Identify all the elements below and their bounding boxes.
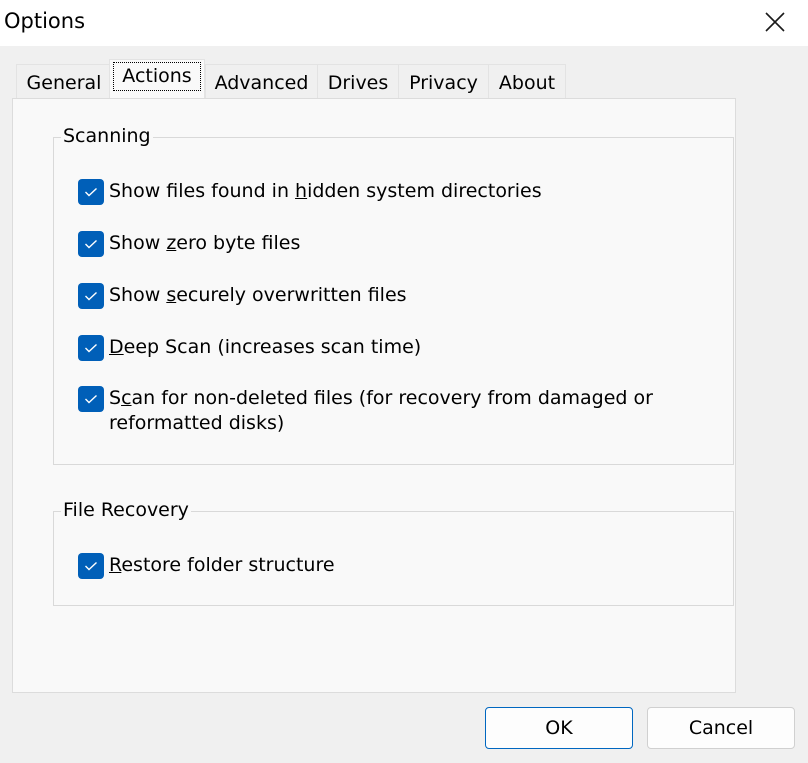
ok-button[interactable]: OK [485, 707, 633, 749]
scanning-group: Scanning Show files found in hidden syst… [53, 123, 734, 465]
tab-label: Actions [113, 62, 201, 91]
tab-drives[interactable]: Drives [317, 64, 399, 98]
checkbox-checked[interactable] [78, 231, 104, 257]
checkbox-show-securely-overwritten[interactable]: Show securely overwritten files [78, 283, 407, 309]
tab-actions[interactable]: Actions [109, 59, 205, 98]
checkbox-checked[interactable] [78, 386, 104, 412]
tab-advanced[interactable]: Advanced [205, 64, 318, 98]
tab-label: About [498, 71, 556, 94]
tab-general[interactable]: General [16, 64, 112, 98]
checkbox-checked[interactable] [78, 283, 104, 309]
group-title-scanning: Scanning [61, 123, 153, 149]
tab-label: General [26, 71, 102, 94]
checkbox-deep-scan[interactable]: Deep Scan (increases scan time) [78, 335, 421, 361]
checkmark-icon [85, 394, 97, 404]
tab-label: Privacy [409, 71, 478, 94]
file-recovery-group: File Recovery Restore folder structure [53, 497, 734, 606]
window-title: Options [4, 9, 86, 33]
checkbox-label: Restore folder structure [109, 554, 335, 576]
checkmark-icon [85, 291, 97, 301]
checkbox-restore-folder-structure[interactable]: Restore folder structure [78, 553, 335, 579]
checkbox-show-zero-byte[interactable]: Show zero byte files [78, 231, 300, 257]
tab-about[interactable]: About [488, 64, 566, 98]
checkmark-icon [85, 561, 97, 571]
title-bar: Options [0, 0, 808, 46]
checkbox-checked[interactable] [78, 553, 104, 579]
tab-panel-actions: Scanning Show files found in hidden syst… [12, 98, 736, 693]
checkmark-icon [85, 239, 97, 249]
tab-label: Drives [327, 71, 389, 94]
checkbox-show-hidden-system[interactable]: Show files found in hidden system direct… [78, 179, 542, 205]
tab-privacy[interactable]: Privacy [398, 64, 489, 98]
tab-label: Advanced [214, 71, 309, 94]
checkmark-icon [85, 187, 97, 197]
checkbox-label: Deep Scan (increases scan time) [109, 336, 422, 358]
close-button[interactable] [752, 2, 798, 42]
checkbox-checked[interactable] [78, 335, 104, 361]
checkbox-label: Show securely overwritten files [109, 284, 407, 306]
cancel-button[interactable]: Cancel [647, 707, 795, 749]
checkbox-label: Show zero byte files [109, 232, 301, 254]
checkbox-label: Scan for non-deleted files (for recovery… [109, 387, 653, 434]
checkbox-scan-non-deleted[interactable]: Scan for non-deleted files (for recovery… [78, 386, 653, 436]
checkbox-checked[interactable] [78, 179, 104, 205]
checkmark-icon [85, 343, 97, 353]
group-title-file-recovery: File Recovery [61, 497, 191, 523]
close-x-icon [765, 12, 785, 32]
checkbox-label: Show files found in hidden system direct… [109, 180, 542, 202]
